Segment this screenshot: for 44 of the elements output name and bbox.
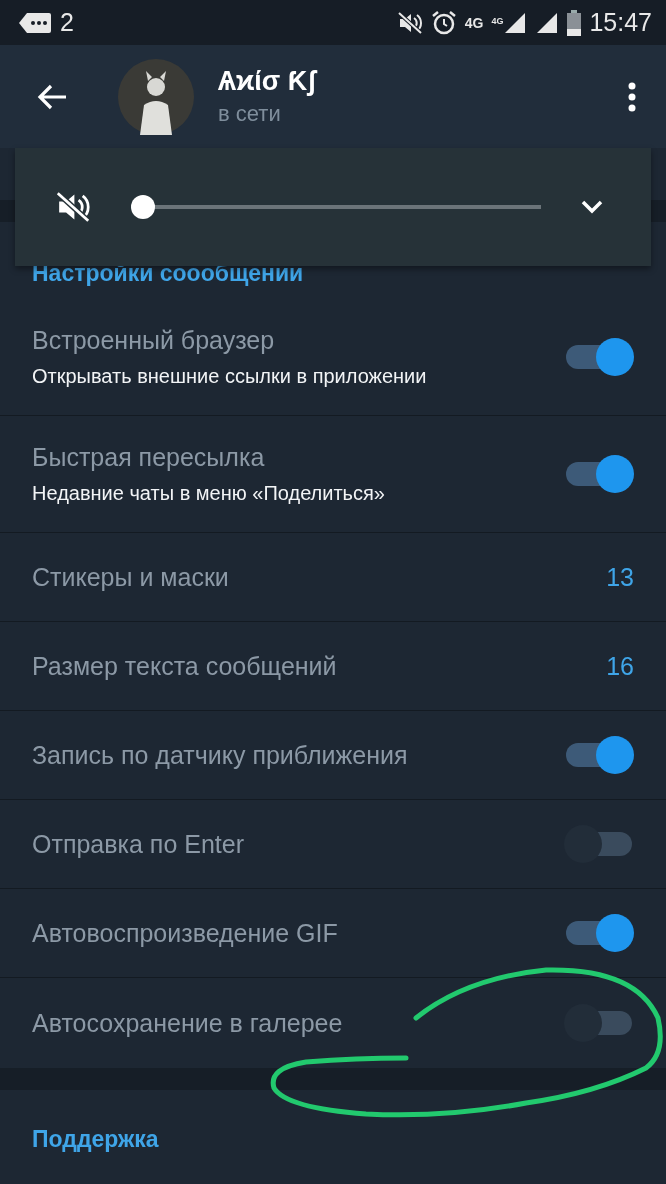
battery-icon [567,9,582,36]
toggle-switch[interactable] [564,914,634,952]
volume-slider[interactable] [131,195,541,219]
settings-row[interactable]: Стикеры и маски 13 [0,533,666,622]
setting-title: Быстрая пересылка [32,443,266,472]
settings-row[interactable]: Автосохранение в галерее [0,978,666,1068]
back-icon[interactable] [36,82,68,111]
setting-title: Автосохранение в галерее [32,1008,344,1038]
slider-thumb[interactable] [131,195,155,219]
setting-title: Размер текста сообщений [32,651,338,681]
contact-name: Ѧϰίσ Ƙʃ [218,66,319,97]
toggle-switch[interactable] [564,736,634,774]
settings-row[interactable]: Отправка по Enter [0,800,666,889]
notification-icon [18,11,52,34]
mute-icon [396,10,423,35]
section-title: Настройки соообщении [31,259,305,288]
settings-row[interactable]: Встроенный браузер Открывать внешние ссылки в приложении [0,299,666,416]
settings-row[interactable]: Быстрая пересылка Недавние чаты в меню «Поделиться» [0,416,666,533]
section-title: Поддержка [31,1125,160,1154]
notification-count: 2 [60,8,74,37]
setting-title: Встроенный браузер [32,326,276,355]
toggle-switch[interactable] [564,1004,634,1042]
chevron-down-icon[interactable] [581,200,603,214]
more-icon[interactable] [628,81,636,112]
settings-row[interactable]: Размер текста сообщений 16 [0,622,666,711]
alarm-icon [430,9,457,36]
setting-description: Открывать внешние ссылки в приложении [32,365,428,388]
toggle-switch[interactable] [564,338,634,376]
toggle-switch[interactable] [564,455,634,493]
settings-row[interactable]: Запись по датчику приближения [0,711,666,800]
setting-description: Недавние чаты в меню «Поделиться» [32,482,386,505]
setting-value: 16 [606,651,634,681]
setting-title: Отправка по Enter [32,829,245,859]
toggle-switch[interactable] [564,825,634,863]
setting-title: Запись по датчику приближения [32,740,409,770]
settings-row[interactable]: Автовоспроизведение GIF [0,889,666,978]
setting-value: 13 [606,562,634,592]
clock: 15:47 [589,8,652,37]
setting-title: Автовоспроизведение GIF [32,918,339,948]
mute-icon[interactable] [55,190,91,224]
online-status: в сети [218,101,282,127]
network-label: 4G [491,16,504,26]
setting-title: Стикеры и маски [32,562,230,592]
network-label: 4G [464,14,484,31]
